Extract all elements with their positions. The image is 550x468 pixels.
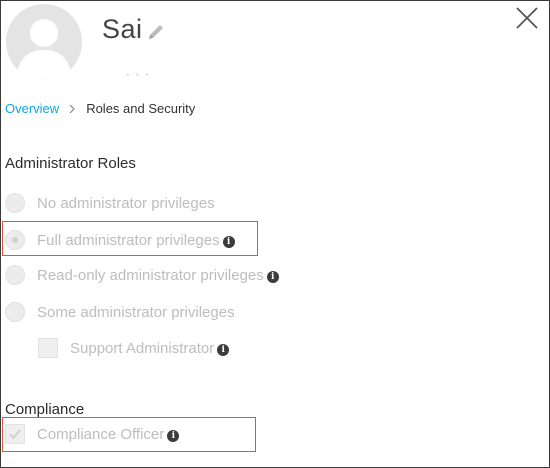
- radio-label: Read-only administrator privileges i: [37, 267, 279, 284]
- radio-button[interactable]: [5, 265, 25, 285]
- highlight-box-full-admin: [2, 221, 258, 256]
- breadcrumb-overview-link[interactable]: Overview: [5, 101, 59, 116]
- compliance-heading: Compliance: [5, 401, 85, 418]
- pencil-icon[interactable]: [146, 22, 166, 42]
- highlight-box-compliance-officer: [2, 417, 256, 452]
- checkbox[interactable]: [38, 338, 58, 358]
- radio-button[interactable]: [5, 302, 25, 322]
- breadcrumb: Overview Roles and Security: [5, 101, 195, 116]
- chevron-right-icon: [69, 104, 76, 113]
- breadcrumb-current: Roles and Security: [86, 101, 196, 116]
- radio-some-admin-privileges[interactable]: Some administrator privileges: [5, 302, 235, 322]
- checkbox-support-administrator[interactable]: Support Administrator i: [38, 338, 230, 358]
- administrator-roles-heading: Administrator Roles: [5, 155, 136, 172]
- avatar: [6, 4, 82, 80]
- user-silhouette-icon: [6, 4, 82, 80]
- radio-read-only-admin-privileges[interactable]: Read-only administrator privileges i: [5, 265, 279, 285]
- checkbox-label: Support Administrator i: [70, 340, 230, 357]
- close-icon[interactable]: [514, 5, 540, 31]
- radio-label: No administrator privileges: [37, 194, 215, 212]
- info-icon[interactable]: i: [266, 270, 279, 283]
- radio-label: Some administrator privileges: [37, 303, 235, 321]
- decorative-dots: •••: [126, 70, 155, 81]
- info-icon[interactable]: i: [217, 343, 230, 356]
- user-name: Sai: [102, 14, 143, 44]
- radio-no-admin-privileges[interactable]: No administrator privileges: [5, 193, 215, 213]
- radio-button[interactable]: [5, 193, 25, 213]
